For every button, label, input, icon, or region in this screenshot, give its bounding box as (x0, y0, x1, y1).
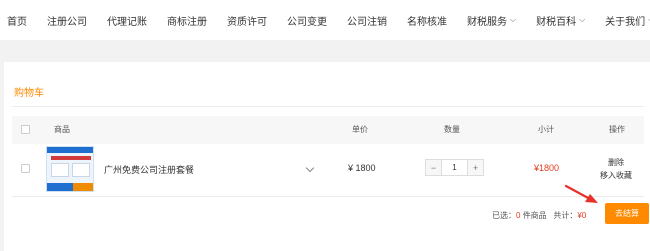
nav-item-8[interactable]: 财税服务 ⌵ (467, 13, 516, 28)
chevron-down-icon[interactable] (305, 163, 315, 173)
move-to-favorites-link[interactable]: 移入收藏 (600, 169, 632, 182)
nav-item-5[interactable]: 公司变更 (287, 13, 327, 28)
cart-table-header: 商品 单价 数量 小计 操作 (12, 116, 644, 144)
cart-title: 购物车 (14, 88, 44, 99)
item-subtotal: ¥1800 (534, 163, 560, 173)
col-quantity: 数量 (444, 125, 460, 134)
nav-item-2[interactable]: 代理记账 (107, 13, 147, 28)
total-value: ¥0 (577, 211, 587, 220)
item-price: ¥ 1800 (348, 163, 376, 173)
nav-item-6[interactable]: 公司注销 (347, 13, 387, 28)
select-all-checkbox[interactable] (21, 125, 30, 134)
cart-panel: 购物车 商品 单价 数量 小计 操作 广州免费公司注册套餐 ¥ 1800 − 1… (4, 62, 650, 251)
product-thumbnail[interactable] (46, 146, 94, 192)
title-divider (12, 106, 644, 107)
nav-item-0[interactable]: 首页 (7, 13, 27, 28)
quantity-stepper: − 1 + (425, 159, 484, 176)
col-actions: 操作 (609, 125, 625, 134)
delete-link[interactable]: 删除 (600, 156, 632, 169)
cart-summary: 已选：0 件商品 共计：¥0 (492, 210, 586, 221)
nav-item-label: 财税服务 (467, 16, 507, 28)
nav-item-label: 商标注册 (167, 16, 207, 28)
nav-item-label: 公司变更 (287, 16, 327, 28)
cart-item-row: 广州免费公司注册套餐 ¥ 1800 − 1 + ¥1800 删除 移入收藏 (12, 144, 644, 196)
product-name[interactable]: 广州免费公司注册套餐 (104, 163, 194, 176)
col-subtotal: 小计 (538, 125, 554, 134)
nav-item-4[interactable]: 资质许可 (227, 13, 267, 28)
nav-item-label: 关于我们 (605, 16, 646, 28)
nav-item-label: 名称核准 (407, 16, 447, 28)
quantity-increase-button[interactable]: + (468, 160, 483, 175)
chevron-down-icon: ⌵ (579, 15, 586, 24)
nav-item-10[interactable]: 关于我们⌵ (605, 13, 650, 28)
col-price: 单价 (352, 125, 368, 134)
nav-item-label: 资质许可 (227, 16, 267, 28)
col-product: 商品 (54, 125, 70, 134)
nav-item-7[interactable]: 名称核准 (407, 13, 447, 28)
nav-item-9[interactable]: 财税百科 ⌵ (536, 13, 585, 28)
nav-item-label: 首页 (7, 16, 27, 28)
cart-footer: 已选：0 件商品 共计：¥0 去结算 (12, 196, 649, 230)
chevron-down-icon: ⌵ (510, 15, 517, 24)
nav-item-label: 公司注销 (347, 16, 387, 28)
selected-unit: 件商品 (522, 211, 547, 220)
nav-item-label: 财税百科 (536, 16, 577, 28)
nav-item-label: 注册公司 (47, 16, 87, 28)
total-label: 共计： (553, 211, 578, 220)
top-nav: 首页 注册公司 代理记账 商标注册 资质许可 公司变更 公司注销 名称核准 财税服务 ⌵ 财税百科 ⌵… (0, 0, 650, 40)
nav-item-1[interactable]: 注册公司 (47, 13, 87, 28)
nav-item-label: 代理记账 (107, 16, 147, 28)
nav-item-3[interactable]: 商标注册 (167, 13, 207, 28)
quantity-decrease-button[interactable]: − (426, 160, 441, 175)
selected-label: 已选： (492, 211, 516, 220)
checkout-button[interactable]: 去结算 (605, 203, 649, 224)
quantity-input[interactable]: 1 (441, 160, 468, 175)
selected-count: 0 (516, 211, 521, 220)
item-actions: 删除 移入收藏 (600, 156, 632, 182)
item-checkbox[interactable] (21, 164, 30, 173)
